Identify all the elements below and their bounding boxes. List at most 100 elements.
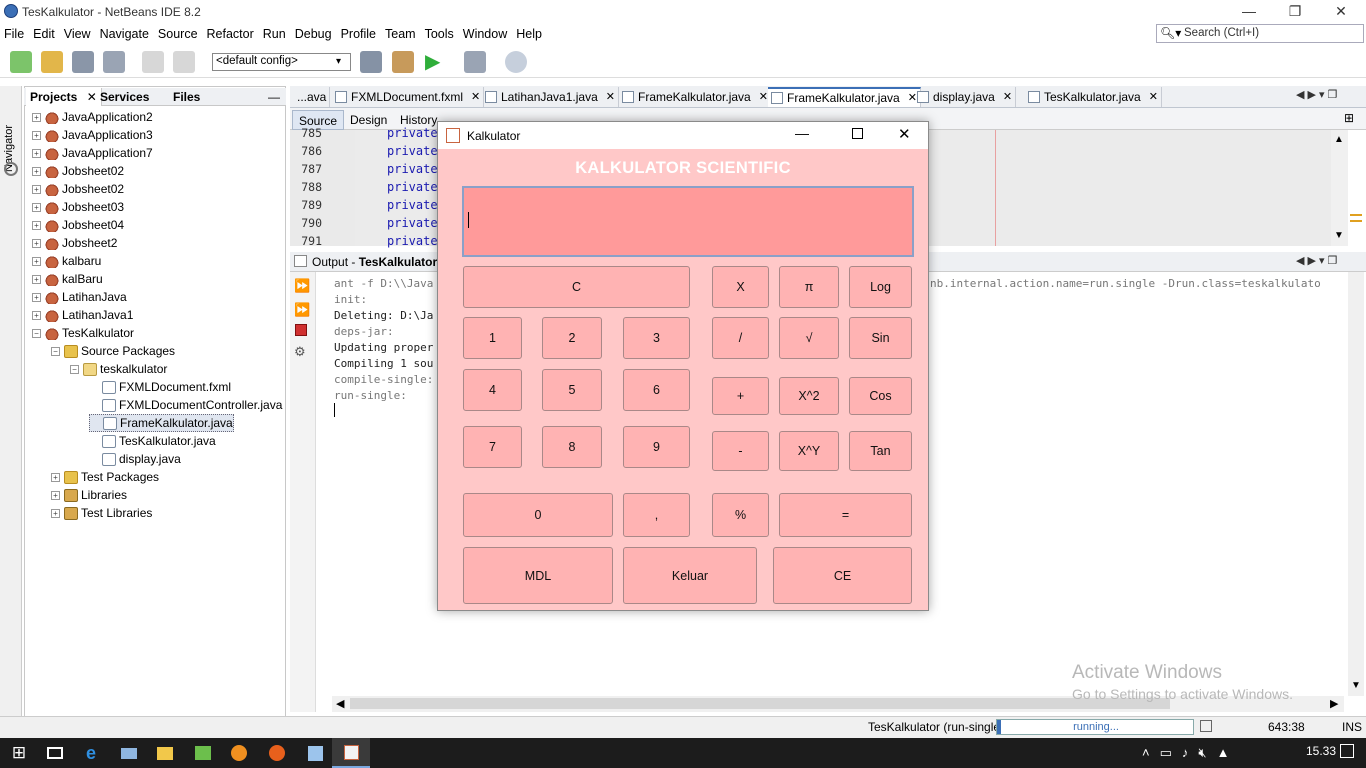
collapse-icon[interactable]: − <box>32 328 41 338</box>
tree-item[interactable]: + Test Packages <box>51 468 159 486</box>
expand-icon[interactable]: + <box>32 274 41 284</box>
expand-icon[interactable]: + <box>32 238 41 248</box>
tab-services[interactable]: Services <box>96 88 153 106</box>
expand-icon[interactable]: + <box>32 310 41 320</box>
config-select[interactable]: <default config> <box>212 53 351 71</box>
menu-item-window[interactable]: Window <box>463 27 507 41</box>
tree-item[interactable]: display.java <box>89 450 181 468</box>
expand-icon[interactable]: + <box>32 184 41 194</box>
digit-5-button[interactable]: 5 <box>542 369 602 411</box>
stop-icon[interactable] <box>295 324 307 336</box>
menu-item-navigate[interactable]: Navigate <box>100 27 149 41</box>
multiply-button[interactable]: X <box>712 266 769 308</box>
divide-button[interactable]: / <box>712 317 769 359</box>
editor-tab[interactable]: FrameKalkulator.java ✕ <box>768 87 921 107</box>
build-hammer-icon[interactable] <box>360 51 382 73</box>
mdl-button[interactable]: MDL <box>463 547 613 604</box>
log-button[interactable]: Log <box>849 266 912 308</box>
digit-9-button[interactable]: 9 <box>623 426 690 468</box>
square-button[interactable]: X^2 <box>779 377 839 415</box>
app-icon-1[interactable] <box>184 738 222 768</box>
expand-icon[interactable]: + <box>51 472 60 482</box>
tab-scroll-icons[interactable]: ◀ ▶ ▾ ❐ <box>1296 88 1337 101</box>
notification-icon[interactable] <box>1340 744 1354 758</box>
sqrt-button[interactable]: √ <box>779 317 839 359</box>
expand-icon[interactable]: + <box>32 166 41 176</box>
open-project-icon[interactable] <box>72 51 94 73</box>
expand-icon[interactable]: + <box>32 148 41 158</box>
expand-icon[interactable]: + <box>32 202 41 212</box>
output-scroll-icons[interactable]: ◀ ▶ ▾ ❐ <box>1296 254 1337 267</box>
new-project-icon[interactable] <box>41 51 63 73</box>
tab-projects[interactable]: Projects ✕ <box>26 88 102 106</box>
rerun-icon[interactable]: ⏩ <box>294 278 310 294</box>
tree-item[interactable]: − TesKalkulator <box>32 324 134 342</box>
digit-0-button[interactable]: 0 <box>463 493 613 537</box>
tree-item[interactable]: FXMLDocument.fxml <box>89 378 231 396</box>
tree-item[interactable]: + kalbaru <box>32 252 101 270</box>
sin-button[interactable]: Sin <box>849 317 912 359</box>
digit-7-button[interactable]: 7 <box>463 426 522 468</box>
menu-item-debug[interactable]: Debug <box>295 27 332 41</box>
app-icon-2[interactable] <box>220 738 258 768</box>
keyboard-icon[interactable] <box>110 738 148 768</box>
system-tray-icons[interactable]: ˄▭♪🔇︎▲ <box>1142 745 1239 761</box>
expand-icon[interactable]: + <box>51 508 60 518</box>
editor-tab[interactable]: LatihanJava1.java ✕ <box>482 87 619 107</box>
cos-button[interactable]: Cos <box>849 377 912 415</box>
file-explorer-icon[interactable] <box>146 738 184 768</box>
menu-item-run[interactable]: Run <box>263 27 286 41</box>
settings-icon[interactable]: ⚙ <box>294 344 306 360</box>
tree-item[interactable]: − Source Packages <box>51 342 175 360</box>
tab-files[interactable]: Files <box>169 88 204 106</box>
close-icon[interactable]: ✕ <box>1149 87 1158 107</box>
pi-button[interactable]: π <box>779 266 839 308</box>
menu-item-edit[interactable]: Edit <box>33 27 55 41</box>
netbeans-task-icon[interactable] <box>296 738 334 768</box>
editor-tab[interactable]: TesKalkulator.java ✕ <box>1025 87 1162 107</box>
expand-icon[interactable]: + <box>51 490 60 500</box>
tree-item[interactable]: + JavaApplication2 <box>32 108 153 126</box>
rerun-with-params-icon[interactable]: ⏩ <box>294 302 310 318</box>
output-title[interactable]: Output - TesKalkulator <box>312 255 437 269</box>
debug-icon[interactable] <box>464 51 486 73</box>
redo-icon[interactable] <box>173 51 195 73</box>
editor-tab[interactable]: ...ava <box>294 87 331 107</box>
minimize-panel-icon[interactable]: — <box>268 90 280 104</box>
tree-item[interactable]: + Jobsheet02 <box>32 162 124 180</box>
split-icon[interactable]: ⊞ <box>1344 111 1354 125</box>
edge-icon[interactable]: e <box>72 738 110 768</box>
tree-item[interactable]: + kalBaru <box>32 270 103 288</box>
digit-6-button[interactable]: 6 <box>623 369 690 411</box>
editor-tab[interactable]: FXMLDocument.fxml ✕ <box>332 87 485 107</box>
output-vscroll[interactable]: ▼ <box>1348 272 1364 696</box>
run-icon[interactable]: ▶ <box>425 51 447 73</box>
digit-2-button[interactable]: 2 <box>542 317 602 359</box>
tree-item[interactable]: − teskalkulator <box>70 360 167 378</box>
expand-icon[interactable]: + <box>32 130 41 140</box>
tree-item[interactable]: + JavaApplication7 <box>32 144 153 162</box>
java-app-task-icon[interactable] <box>332 738 370 768</box>
tree-item[interactable]: + Libraries <box>51 486 127 504</box>
profile-icon[interactable] <box>505 51 527 73</box>
cancel-task-icon[interactable] <box>1200 720 1212 732</box>
close-icon[interactable]: ✕ <box>471 87 480 107</box>
windows-start-icon[interactable]: ⊞ <box>0 738 38 768</box>
collapse-icon[interactable]: − <box>51 346 60 356</box>
menu-item-source[interactable]: Source <box>158 27 198 41</box>
tree-item[interactable]: + LatihanJava1 <box>32 306 133 324</box>
menu-item-view[interactable]: View <box>64 27 91 41</box>
comma-button[interactable]: , <box>623 493 690 537</box>
digit-1-button[interactable]: 1 <box>463 317 522 359</box>
expand-icon[interactable]: + <box>32 220 41 230</box>
scroll-up-icon[interactable]: ▲ <box>1334 134 1344 145</box>
expand-icon[interactable]: + <box>32 112 41 122</box>
tree-item[interactable]: + Jobsheet2 <box>32 234 117 252</box>
editor-tab[interactable]: display.java ✕ <box>914 87 1017 107</box>
tree-item[interactable]: + Test Libraries <box>51 504 152 522</box>
tree-item[interactable]: + Jobsheet04 <box>32 216 124 234</box>
keluar-button[interactable]: Keluar <box>623 547 757 604</box>
editor-tab[interactable]: FrameKalkulator.java ✕ <box>619 87 772 107</box>
close-icon[interactable]: ✕ <box>606 87 615 107</box>
collapse-icon[interactable]: − <box>70 364 79 374</box>
